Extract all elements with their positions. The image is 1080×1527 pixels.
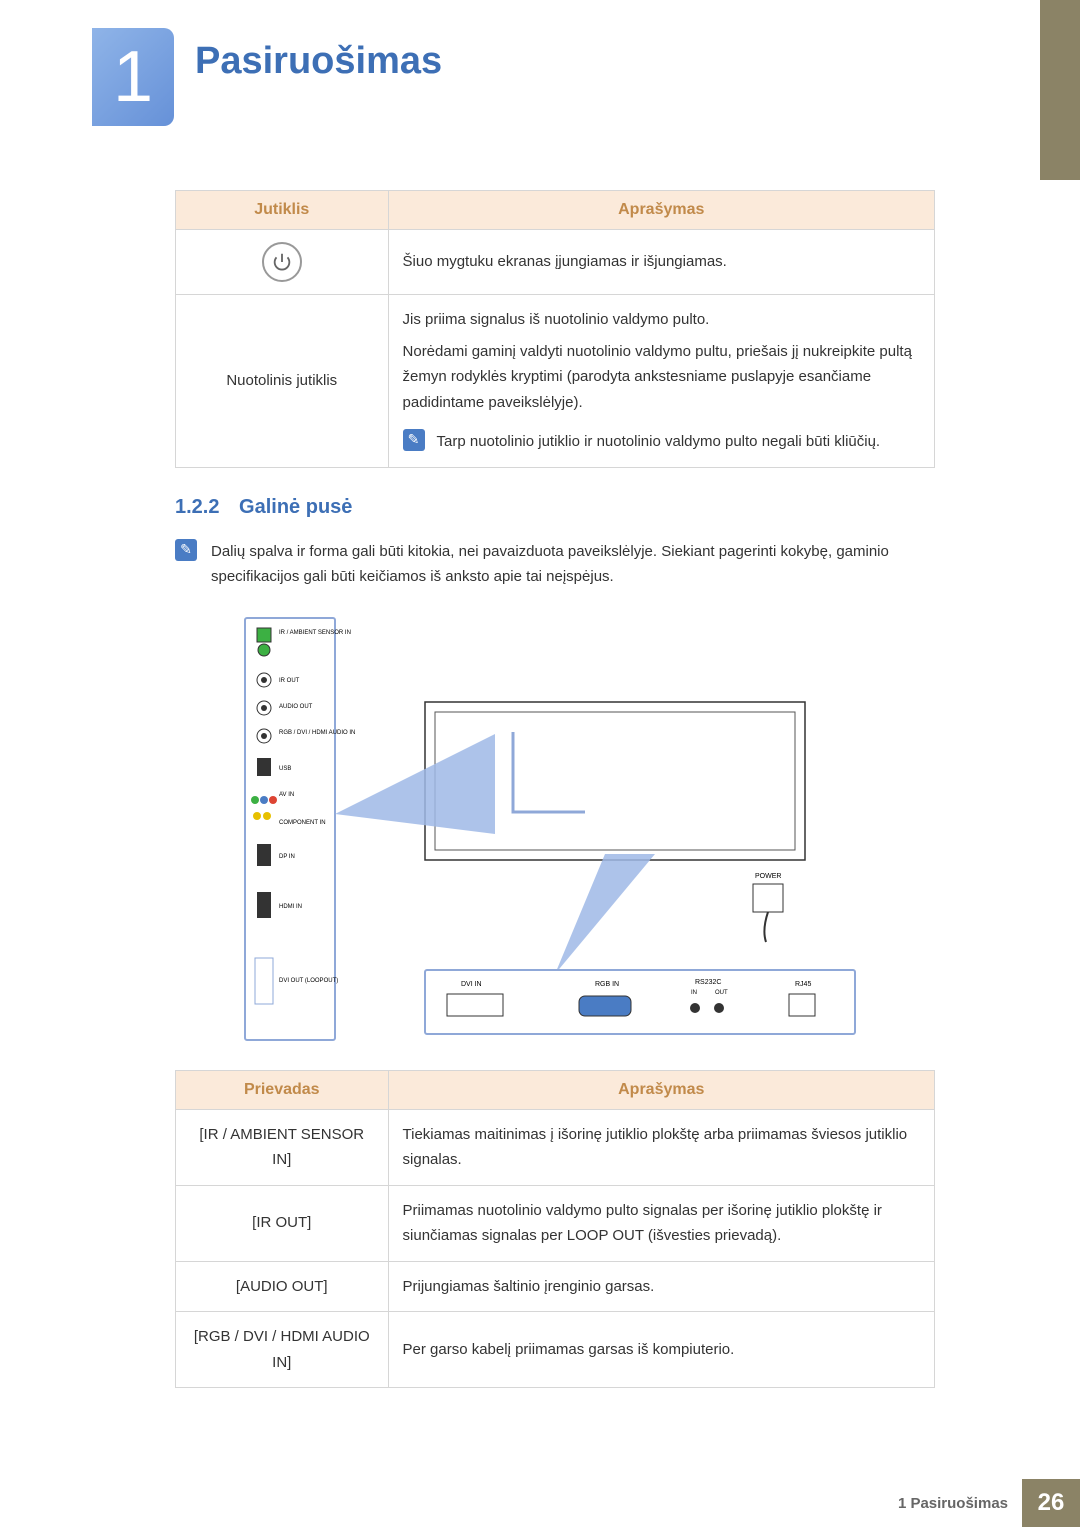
svg-text:RGB IN: RGB IN [595,981,619,988]
port-name: [IR / AMBIENT SENSOR IN] [176,1109,389,1185]
svg-text:DP IN: DP IN [279,854,295,860]
chapter-title: Pasiruošimas [195,40,442,83]
port-name: [AUDIO OUT] [176,1261,389,1312]
svg-text:USB: USB [279,766,291,772]
port-desc: Prijungiamas šaltinio įrenginio garsas. [388,1261,934,1312]
port-name: [IR OUT] [176,1185,389,1261]
remote-desc1: Jis priima signalus iš nuotolinio valdym… [403,307,920,333]
rear-diagram: IR / AMBIENT SENSOR IN IR OUT AUDIO OUT … [175,614,935,1044]
remote-desc2: Norėdami gaminį valdyti nuotolinio valdy… [403,339,920,416]
remote-sensor-label: Nuotolinis jutiklis [176,295,389,468]
svg-text:HDMI IN: HDMI IN [279,904,302,910]
svg-text:IR / AMBIENT SENSOR IN: IR / AMBIENT SENSOR IN [279,630,351,636]
remote-note: Tarp nuotolinio jutiklio ir nuotolinio v… [437,429,881,455]
table-row: [IR / AMBIENT SENSOR IN] Tiekiamas maiti… [176,1109,935,1185]
svg-text:RS232C: RS232C [695,979,721,986]
svg-text:IN: IN [691,990,697,996]
sensor-table: Jutiklis Aprašymas Šiuo mygtuku ekranas … [175,190,935,468]
svg-text:AUDIO OUT: AUDIO OUT [279,704,313,710]
table1-header-right: Aprašymas [388,191,934,230]
svg-text:RJ45: RJ45 [795,981,811,988]
svg-text:OUT: OUT [715,990,728,996]
port-desc: Priimamas nuotolinio valdymo pulto signa… [388,1185,934,1261]
port-name: [RGB / DVI / HDMI AUDIO IN] [176,1312,389,1388]
table1-header-left: Jutiklis [176,191,389,230]
table-row: Šiuo mygtuku ekranas įjungiamas ir išjun… [176,230,935,295]
power-desc: Šiuo mygtuku ekranas įjungiamas ir išjun… [388,230,934,295]
note-icon: ✎ [175,539,197,561]
svg-text:COMPONENT IN: COMPONENT IN [279,820,326,826]
svg-text:DVI IN: DVI IN [461,981,482,988]
chapter-number-block: 1 [92,28,174,126]
svg-text:POWER: POWER [755,873,781,880]
section-number: 1.2.2 [175,496,219,518]
svg-text:DVI OUT (LOOPOUT): DVI OUT (LOOPOUT) [279,978,338,984]
section-note-text: Dalių spalva ir forma gali būti kitokia,… [211,539,935,590]
note-icon: ✎ [403,429,425,451]
power-icon [262,242,302,282]
table-row: [AUDIO OUT] Prijungiamas šaltinio įrengi… [176,1261,935,1312]
table-row: [IR OUT] Priimamas nuotolinio valdymo pu… [176,1185,935,1261]
port-desc: Per garso kabelį priimamas garsas iš kom… [388,1312,934,1388]
svg-text:IR OUT: IR OUT [279,678,300,684]
svg-text:RGB / DVI / HDMI AUDIO IN: RGB / DVI / HDMI AUDIO IN [279,730,355,736]
section-title: Galinė pusė [239,496,352,518]
decorative-band [1040,0,1080,180]
footer-text: 1 Pasiruošimas [898,1479,1022,1527]
section-heading: 1.2.2 Galinė pusė [175,496,935,519]
port-desc: Tiekiamas maitinimas į išorinę jutiklio … [388,1109,934,1185]
ports-table: Prievadas Aprašymas [IR / AMBIENT SENSOR… [175,1070,935,1389]
page-footer: 1 Pasiruošimas 26 [0,1479,1080,1527]
chapter-number: 1 [113,36,153,118]
table-row: Nuotolinis jutiklis Jis priima signalus … [176,295,935,468]
table2-header-left: Prievadas [176,1070,389,1109]
svg-text:AV IN: AV IN [279,792,294,798]
table2-header-right: Aprašymas [388,1070,934,1109]
footer-page-number: 26 [1022,1479,1080,1527]
table-row: [RGB / DVI / HDMI AUDIO IN] Per garso ka… [176,1312,935,1388]
